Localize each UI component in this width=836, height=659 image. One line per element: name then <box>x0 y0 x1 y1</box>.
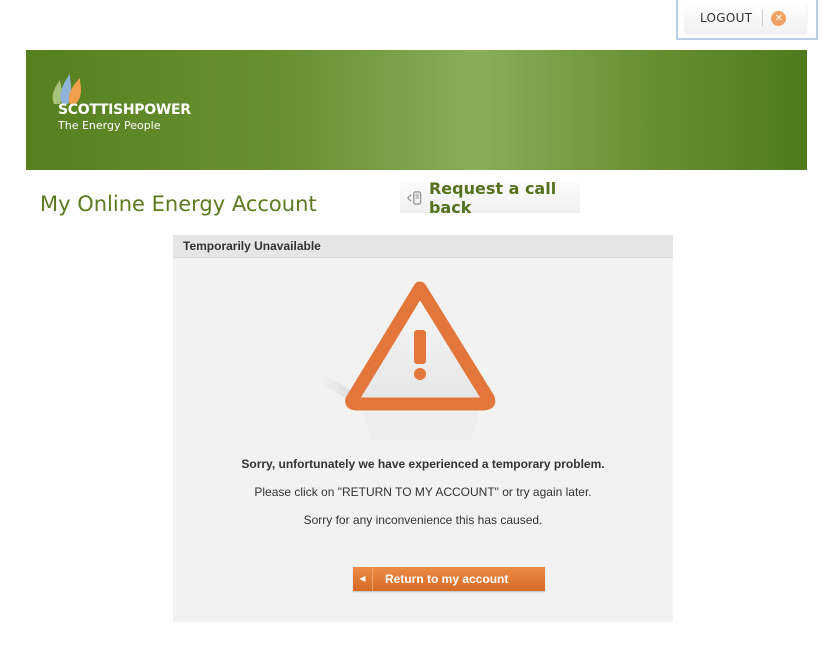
brand-tagline: The Energy People <box>58 119 161 132</box>
request-callback-button[interactable]: Request a call back <box>400 179 580 217</box>
return-to-account-label: Return to my account <box>385 572 509 586</box>
error-message-secondary: Please click on "RETURN TO MY ACCOUNT" o… <box>254 485 592 499</box>
close-circle-icon: ✕ <box>771 10 787 26</box>
logout-button[interactable]: LOGOUT ✕ <box>684 4 806 32</box>
flame-leaves-icon <box>52 74 81 104</box>
header-banner: SCOTTISHPOWER The Energy People <box>26 50 807 170</box>
left-arrow-icon: ◀ <box>353 567 373 591</box>
return-to-account-button[interactable]: ◀ Return to my account <box>353 567 545 591</box>
error-message-primary: Sorry, unfortunately we have experienced… <box>241 457 605 471</box>
warning-triangle-icon <box>301 281 496 440</box>
logout-divider <box>762 10 764 26</box>
phone-arrows-icon <box>407 191 422 205</box>
error-message-tertiary: Sorry for any inconvenience this has cau… <box>303 513 543 527</box>
logout-container: LOGOUT ✕ <box>676 0 818 40</box>
panel-header: Temporarily Unavailable <box>173 235 673 258</box>
brand-name: SCOTTISHPOWER <box>58 102 191 118</box>
request-callback-label: Request a call back <box>428 179 557 217</box>
page-title: My Online Energy Account <box>40 192 317 216</box>
logout-label: LOGOUT <box>700 11 753 25</box>
unavailable-panel: Temporarily Unavailable Sorry, unfortuna… <box>173 235 673 622</box>
